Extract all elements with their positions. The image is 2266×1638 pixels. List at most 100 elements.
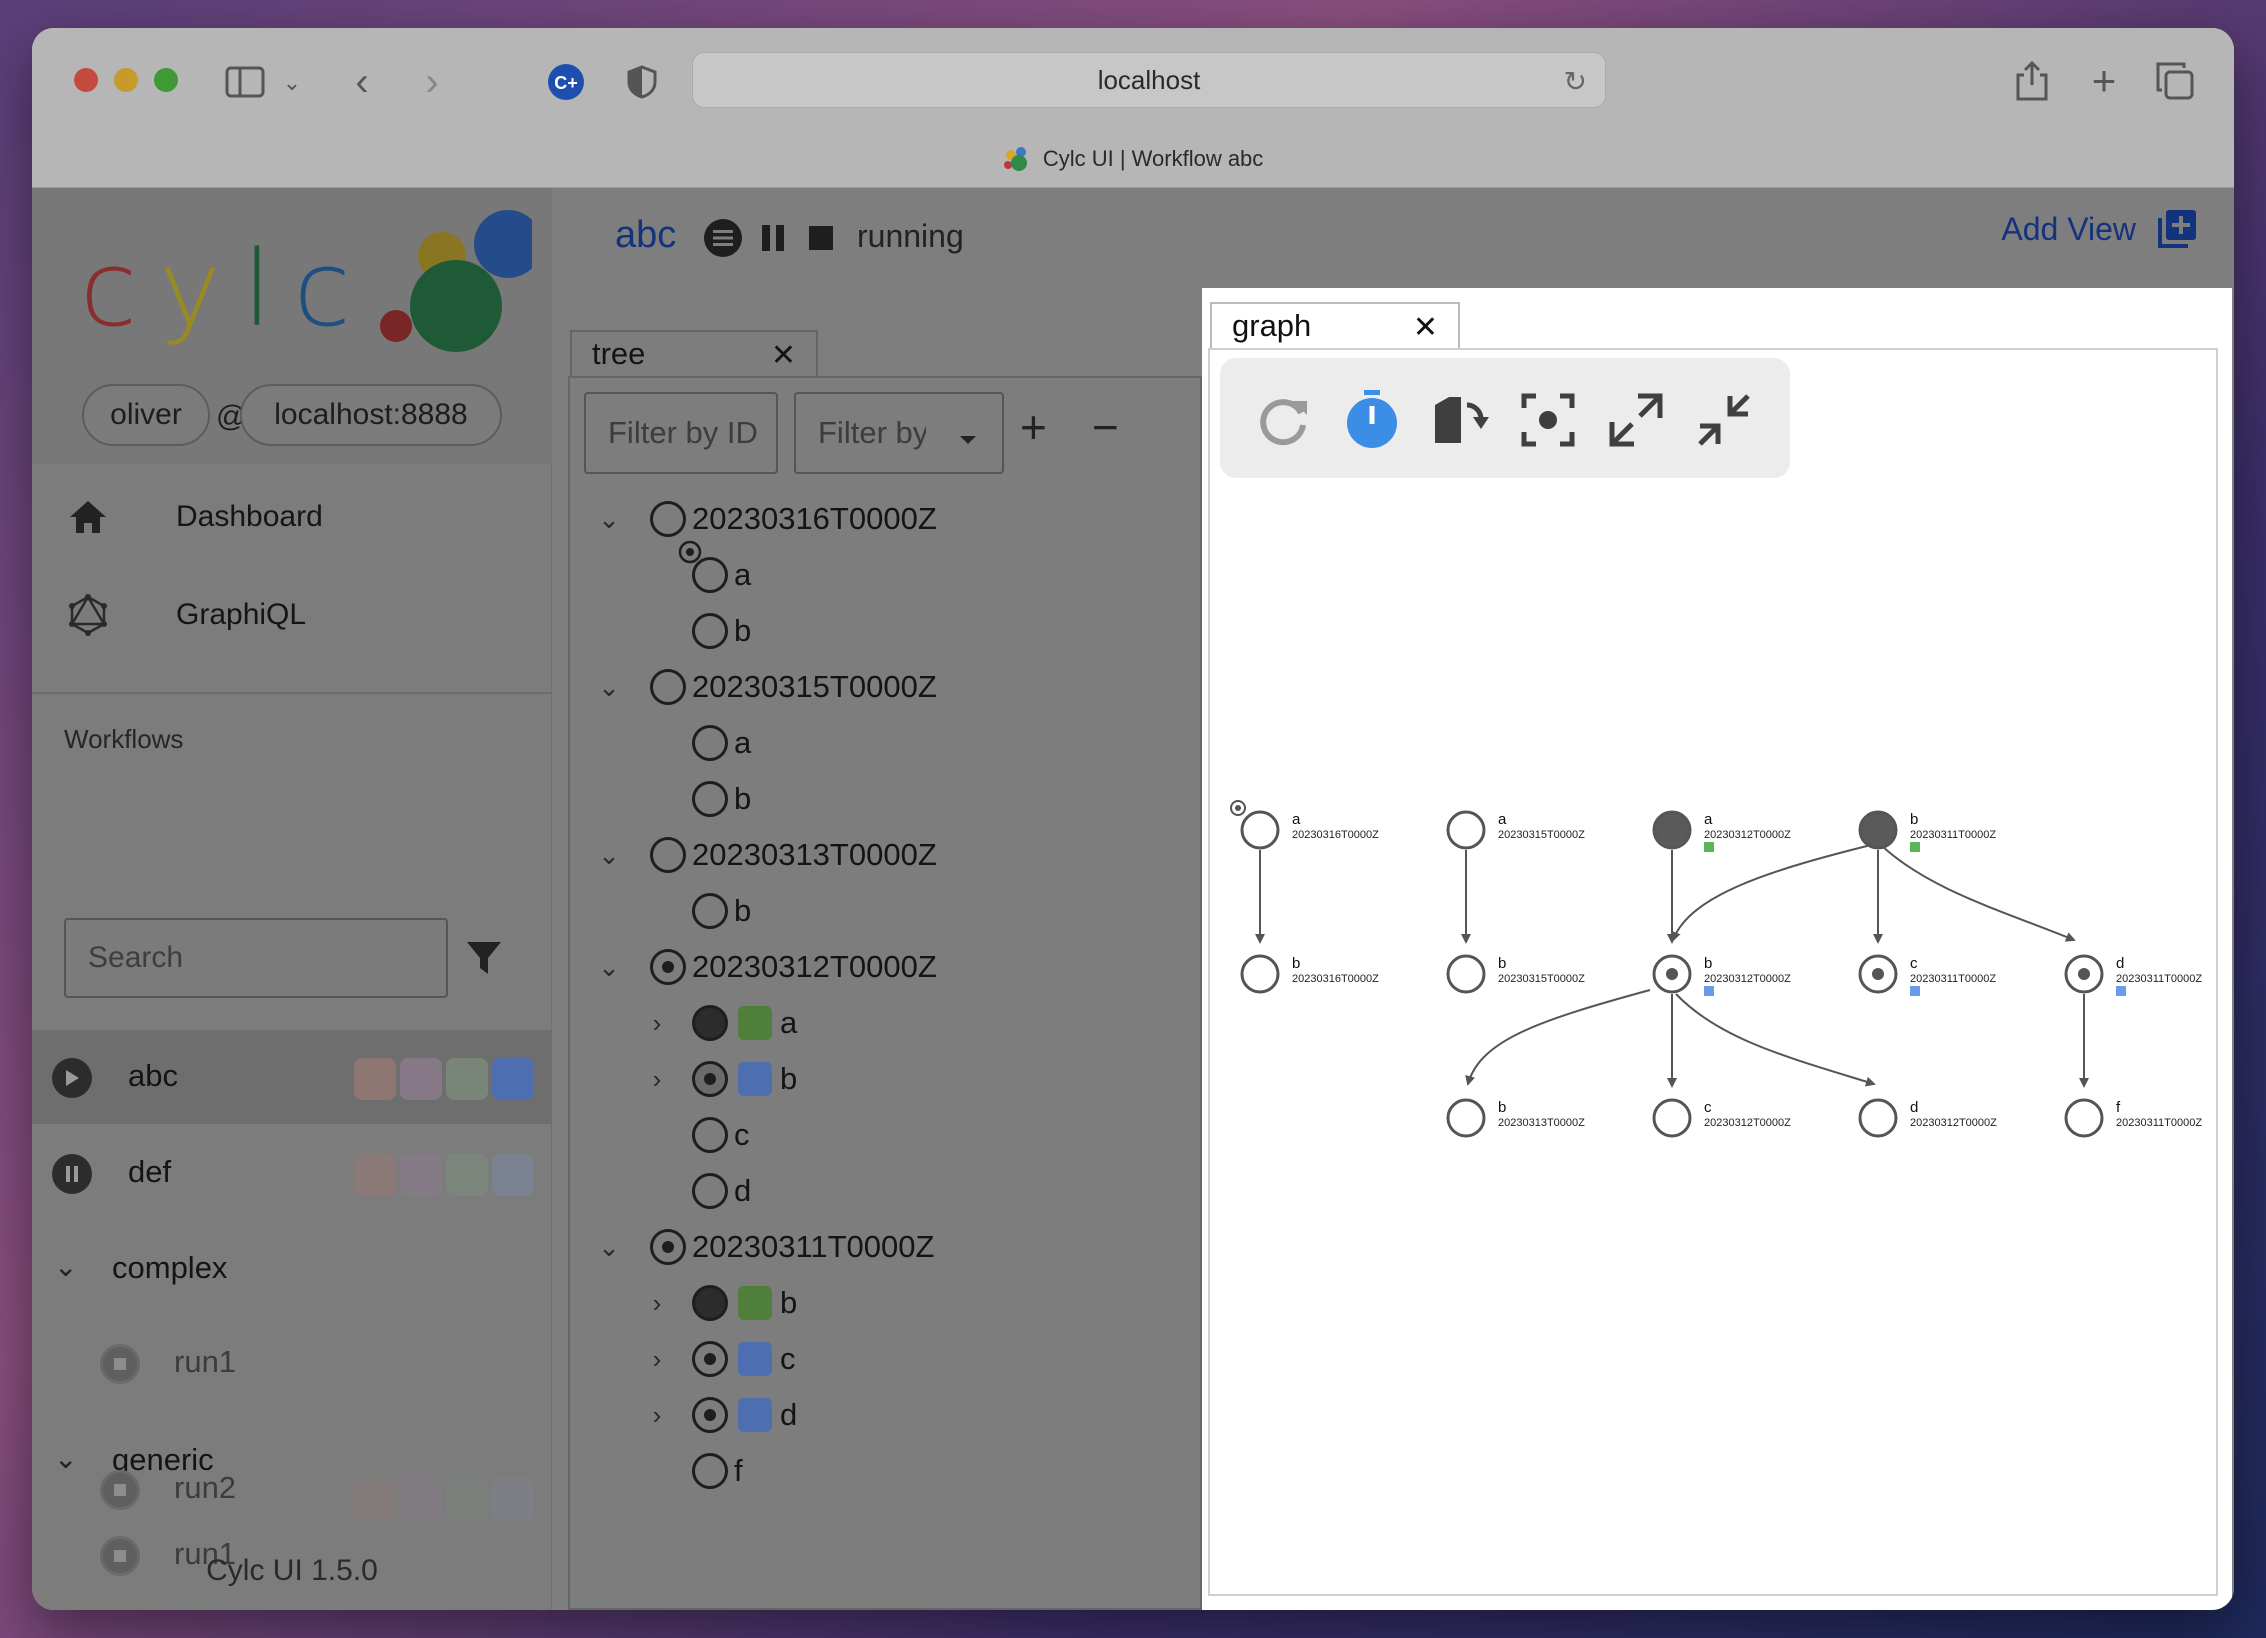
tree-cycle-20230311[interactable]: ⌄ 20230311T0000Z <box>594 1220 934 1274</box>
tree-task[interactable]: b <box>692 772 751 826</box>
extension-icon[interactable]: C+ <box>546 62 586 102</box>
graph-node[interactable]: b20230311T0000Z <box>1858 810 1996 852</box>
tab-graph[interactable]: graph ✕ <box>1210 302 1460 348</box>
graph-node[interactable]: c20230312T0000Z <box>1652 1098 1791 1138</box>
task-label: b <box>780 1285 798 1320</box>
privacy-shield-icon[interactable] <box>624 62 660 102</box>
share-icon[interactable] <box>2012 58 2052 104</box>
graph-node[interactable]: a20230316T0000Z <box>1230 800 1379 850</box>
tree-cycle-20230316[interactable]: ⌄ 20230316T0000Z <box>594 492 937 546</box>
reload-icon[interactable]: ↻ <box>1564 65 1587 98</box>
job-state-icon <box>738 1342 772 1376</box>
tree-task[interactable]: f <box>692 1444 743 1498</box>
chevron-down-icon: ⌄ <box>54 1251 78 1282</box>
node-job-icon <box>1704 842 1714 852</box>
graph-node[interactable]: b20230316T0000Z <box>1240 954 1379 994</box>
workflow-item-def[interactable]: def <box>32 1126 552 1220</box>
graph-canvas[interactable]: a 20230316T0000Z b 20230316T0000Z a 20230315T… <box>1208 348 2218 1596</box>
chevron-down-icon[interactable]: ⌄ <box>280 68 304 98</box>
menu-icon[interactable] <box>701 216 745 260</box>
sidebar-toggle-icon[interactable] <box>222 62 268 102</box>
expand-all-icon[interactable]: + <box>1020 404 1047 450</box>
chevron-right-icon[interactable]: › <box>642 1008 672 1039</box>
tree-task[interactable]: › b <box>642 1052 797 1106</box>
stopped-icon <box>100 1344 140 1384</box>
workflow-group-complex[interactable]: ⌄ complex <box>32 1228 552 1308</box>
tree-cycle-20230315[interactable]: ⌄ 20230315T0000Z <box>594 660 937 714</box>
nav-graphiql-label: GraphiQL <box>176 598 307 631</box>
graph-node[interactable]: b20230315T0000Z <box>1446 954 1585 994</box>
state-chip <box>492 1154 534 1196</box>
tab-tree-label: tree <box>592 336 646 371</box>
address-bar[interactable]: localhost ↻ <box>692 52 1606 108</box>
tab-tree[interactable]: tree ✕ <box>570 330 818 376</box>
graph-nodes: a20230316T0000Z b20230316T0000Z a20230315T… <box>1230 800 2202 1138</box>
chevron-right-icon[interactable]: › <box>642 1064 672 1095</box>
tree-task[interactable]: b <box>692 604 751 658</box>
filter-icon[interactable] <box>464 938 508 982</box>
workflow-search-input[interactable] <box>66 920 446 996</box>
tree-task[interactable]: › c <box>642 1332 796 1386</box>
collapse-all-icon[interactable]: − <box>1092 404 1119 450</box>
workflow-graph[interactable]: a20230316T0000Z b20230316T0000Z a20230315T… <box>1210 350 2216 1594</box>
minimize-window-button[interactable] <box>114 68 138 92</box>
back-icon[interactable]: ‹ <box>344 60 380 104</box>
tree-task[interactable]: b <box>692 884 751 938</box>
zoom-window-button[interactable] <box>154 68 178 92</box>
forward-icon[interactable]: › <box>414 60 450 104</box>
run-name: run2 <box>174 1470 237 1505</box>
workflow-item-complex-run1[interactable]: run1 <box>32 1324 552 1404</box>
graph-node[interactable]: d20230312T0000Z <box>1858 1098 1997 1138</box>
chevron-down-icon: ⌄ <box>598 671 620 702</box>
workflow-name: def <box>128 1154 172 1189</box>
state-chip <box>400 1058 442 1100</box>
graph-node[interactable]: c20230311T0000Z <box>1858 954 1996 996</box>
new-tab-icon[interactable]: + <box>2084 57 2124 104</box>
tree-task[interactable]: a <box>692 716 751 770</box>
tree-task[interactable]: › a <box>642 996 797 1050</box>
close-window-button[interactable] <box>74 68 98 92</box>
tree-cycle-20230313[interactable]: ⌄ 20230313T0000Z <box>594 828 937 882</box>
dropdown-arrow-icon <box>958 418 978 454</box>
task-state-icon <box>692 1061 728 1097</box>
task-state-icon <box>692 781 728 817</box>
graph-node[interactable]: b20230312T0000Z <box>1652 954 1791 996</box>
sidebar-header: cylc oliver @ localhost:8888 <box>32 188 552 464</box>
filter-state-placeholder: Filter by state <box>818 415 926 450</box>
tab-overview-icon[interactable] <box>2154 60 2196 102</box>
chevron-right-icon[interactable]: › <box>642 1400 672 1431</box>
nav-graphiql[interactable]: GraphiQL <box>32 570 552 660</box>
node-name: d <box>2116 955 2124 972</box>
tree-task[interactable]: › b <box>642 1276 797 1330</box>
workflow-item-generic-run2[interactable]: run2 <box>32 1450 552 1530</box>
workflow-item-abc[interactable]: abc <box>32 1030 552 1124</box>
host-pill[interactable]: localhost:8888 <box>240 384 502 446</box>
stop-button[interactable] <box>799 216 843 260</box>
node-cycle: 20230311T0000Z <box>2116 1117 2202 1129</box>
filter-by-id-input[interactable]: Filter by ID <box>584 392 778 474</box>
chevron-right-icon[interactable]: › <box>642 1288 672 1319</box>
chevron-right-icon[interactable]: › <box>642 1344 672 1375</box>
cycle-state-icon <box>650 1229 686 1265</box>
close-icon[interactable]: ✕ <box>771 338 796 373</box>
tree-cycle-20230312[interactable]: ⌄ 20230312T0000Z <box>594 940 937 994</box>
add-view-button[interactable]: Add View <box>2001 208 2198 250</box>
tree-task[interactable]: › d <box>642 1388 797 1442</box>
pause-button[interactable] <box>751 216 795 260</box>
node-cycle: 20230312T0000Z <box>1910 1117 1997 1129</box>
nav-dashboard[interactable]: Dashboard <box>32 472 552 562</box>
graph-node[interactable]: b20230313T0000Z <box>1446 1098 1585 1138</box>
node-name: b <box>1704 955 1712 972</box>
graph-node[interactable]: a20230315T0000Z <box>1446 810 1585 850</box>
cycle-state-icon <box>650 949 686 985</box>
user-pill[interactable]: oliver <box>82 384 210 446</box>
graph-node[interactable]: d20230311T0000Z <box>2064 954 2202 996</box>
graph-node[interactable]: f20230311T0000Z <box>2064 1098 2202 1138</box>
tree-task[interactable]: d <box>692 1164 751 1218</box>
graph-node[interactable]: a20230312T0000Z <box>1652 810 1791 852</box>
tree-task[interactable]: c <box>692 1108 750 1162</box>
workflow-search-field[interactable] <box>64 918 448 998</box>
close-icon[interactable]: ✕ <box>1413 310 1438 345</box>
node-cycle: 20230312T0000Z <box>1704 1117 1791 1129</box>
filter-by-state-select[interactable]: Filter by state <box>794 392 1004 474</box>
